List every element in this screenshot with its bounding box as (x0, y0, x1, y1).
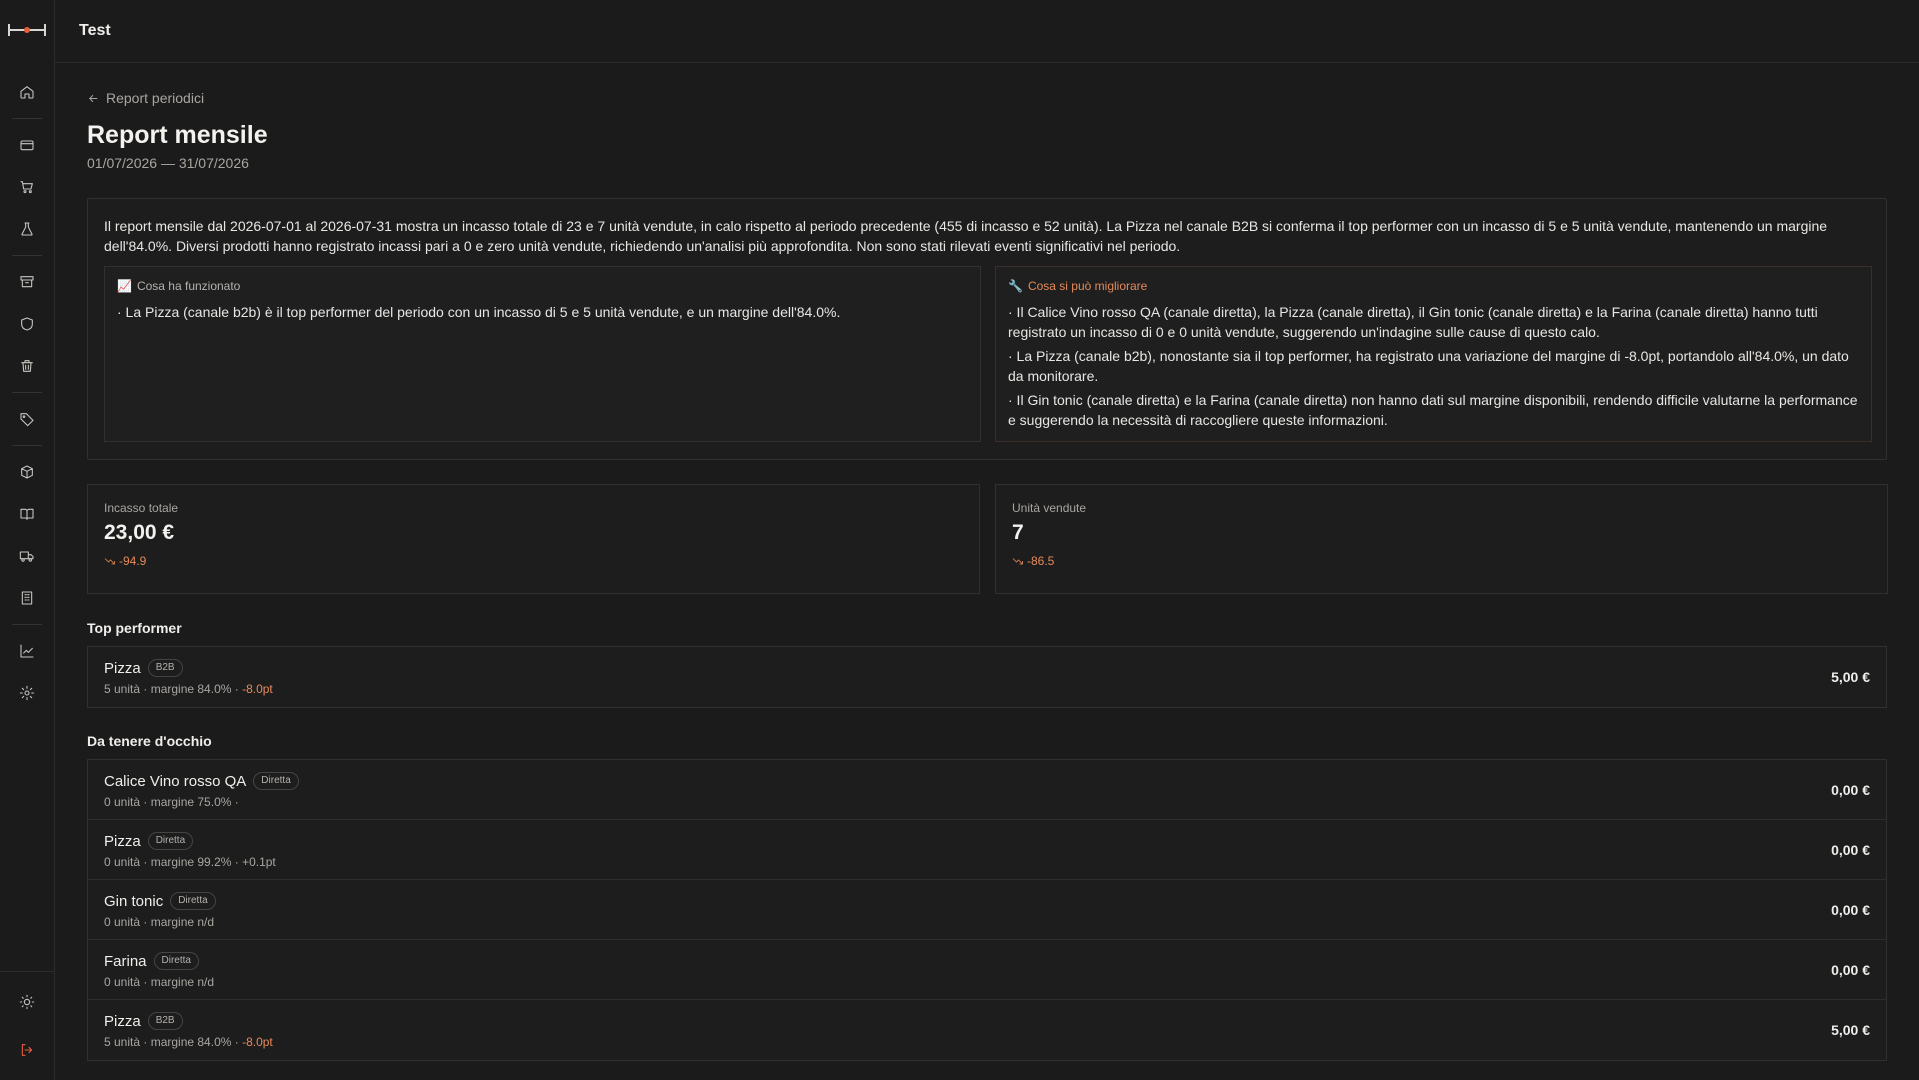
list-item[interactable]: Gin tonic Diretta 0 unità · margine n/d … (88, 880, 1886, 940)
improve-title: Cosa si può migliorare (1027, 279, 1148, 293)
product-meta: 5 unità · margine 84.0% · -8.0pt (104, 1035, 273, 1049)
product-meta: 0 unità · margine 75.0% · (104, 795, 239, 809)
logout-icon[interactable] (17, 1040, 37, 1060)
kpi-value: 7 (1012, 521, 1024, 544)
improve-header: 🔧 Cosa si può migliorare (1008, 279, 1859, 293)
channel-badge: Diretta (253, 772, 299, 790)
chart-icon[interactable] (17, 641, 37, 661)
product-name: Pizza (104, 1012, 141, 1030)
kpi-revenue: Incasso totale 23,00 € -94.9 (87, 484, 980, 594)
product-meta: 0 unità · margine n/d (104, 915, 215, 929)
home-icon[interactable] (17, 82, 37, 102)
back-link-label: Report periodici (106, 90, 205, 106)
sidebar (0, 0, 55, 1080)
top-performer-title: Top performer (87, 620, 182, 636)
worked-title: Cosa ha funzionato (136, 279, 241, 293)
product-amount: 0,00 € (1831, 962, 1870, 978)
page-title: Report mensile (87, 121, 268, 149)
channel-badge: B2B (147, 1012, 183, 1030)
improve-panel: 🔧 Cosa si può migliorare · Il Calice Vin… (995, 266, 1872, 442)
wrench-icon: 🔧 (1008, 279, 1023, 293)
watch-title: Da tenere d'occhio (87, 733, 212, 749)
worked-panel: 📈 Cosa ha funzionato · La Pizza (canale … (104, 266, 981, 442)
kpi-units: Unità vendute 7 -86.5 (995, 484, 1888, 594)
flask-icon[interactable] (17, 219, 37, 239)
archive-icon[interactable] (17, 272, 37, 292)
list-item[interactable]: Farina Diretta 0 unità · margine n/d 0,0… (88, 940, 1886, 1000)
building-icon[interactable] (17, 588, 37, 608)
kpi-label: Incasso totale (104, 501, 179, 515)
kpi-delta: -86.5 (1012, 554, 1871, 568)
tag-icon[interactable] (17, 409, 37, 429)
workspace-title: Test (79, 22, 111, 39)
product-amount: 0,00 € (1831, 782, 1870, 798)
list-item[interactable]: Pizza B2B 5 unità · margine 84.0% · -8.0… (88, 647, 1886, 707)
date-range: 01/07/2026 — 31/07/2026 (87, 155, 249, 171)
back-link[interactable]: Report periodici (87, 90, 204, 106)
shield-icon[interactable] (17, 314, 37, 334)
truck-icon[interactable] (17, 546, 37, 566)
worked-header: 📈 Cosa ha funzionato (117, 279, 968, 293)
product-meta: 0 unità · margine 99.2% · +0.1pt (104, 855, 276, 869)
product-name: Pizza (104, 659, 141, 677)
list-item[interactable]: Pizza Diretta 0 unità · margine 99.2% · … (88, 820, 1886, 880)
book-icon[interactable] (17, 504, 37, 524)
kpi-delta: -94.9 (104, 554, 963, 568)
product-amount: 5,00 € (1831, 669, 1870, 685)
product-name: Pizza (104, 832, 141, 850)
product-amount: 0,00 € (1831, 902, 1870, 918)
watch-list: Calice Vino rosso QA Diretta 0 unità · m… (87, 759, 1887, 1061)
kpi-value: 23,00 € (104, 521, 175, 544)
product-amount: 0,00 € (1831, 842, 1870, 858)
product-name: Farina (104, 952, 147, 970)
list-item[interactable]: Calice Vino rosso QA Diretta 0 unità · m… (88, 760, 1886, 820)
kpi-label: Unità vendute (1012, 501, 1087, 515)
sun-icon[interactable] (17, 992, 37, 1012)
margin-delta: -8.0pt (242, 682, 273, 696)
channel-badge: Diretta (147, 832, 194, 850)
product-name: Calice Vino rosso QA (104, 772, 247, 790)
box-icon[interactable] (17, 462, 37, 482)
channel-badge: Diretta (153, 952, 199, 970)
top-bar: Test (55, 0, 1919, 63)
summary-card: Il report mensile dal 2026-07-01 al 2026… (87, 198, 1887, 460)
settings-icon[interactable] (17, 683, 37, 703)
product-name: Gin tonic (104, 892, 164, 910)
list-item[interactable]: Pizza B2B 5 unità · margine 84.0% · -8.0… (88, 1000, 1886, 1060)
margin-delta: -8.0pt (242, 1035, 273, 1049)
improve-item: · Il Calice Vino rosso QA (canale dirett… (1008, 304, 1818, 340)
chart-emoji-icon: 📈 (117, 279, 132, 293)
logo-icon[interactable] (8, 22, 46, 38)
arrow-left-icon (89, 94, 98, 102)
product-meta: 5 unità · margine 84.0% · -8.0pt (104, 682, 273, 696)
product-meta: 0 unità · margine n/d (104, 975, 215, 989)
summary-text: Il report mensile dal 2026-07-01 al 2026… (104, 218, 1828, 254)
improve-item: · La Pizza (canale b2b), nonostante sia … (1008, 348, 1849, 384)
trash-icon[interactable] (17, 356, 37, 376)
trend-down-icon (1012, 558, 1023, 565)
improve-item: · Il Gin tonic (canale diretta) e la Far… (1008, 392, 1858, 428)
channel-badge: Diretta (170, 892, 216, 910)
trend-down-icon (104, 558, 115, 565)
channel-badge: B2B (147, 659, 183, 677)
top-performer-list: Pizza B2B 5 unità · margine 84.0% · -8.0… (87, 646, 1887, 708)
worked-item: · La Pizza (canale b2b) è il top perform… (117, 304, 841, 320)
cart-icon[interactable] (17, 177, 37, 197)
product-amount: 5,00 € (1831, 1022, 1870, 1038)
credit-card-icon[interactable] (17, 135, 37, 155)
